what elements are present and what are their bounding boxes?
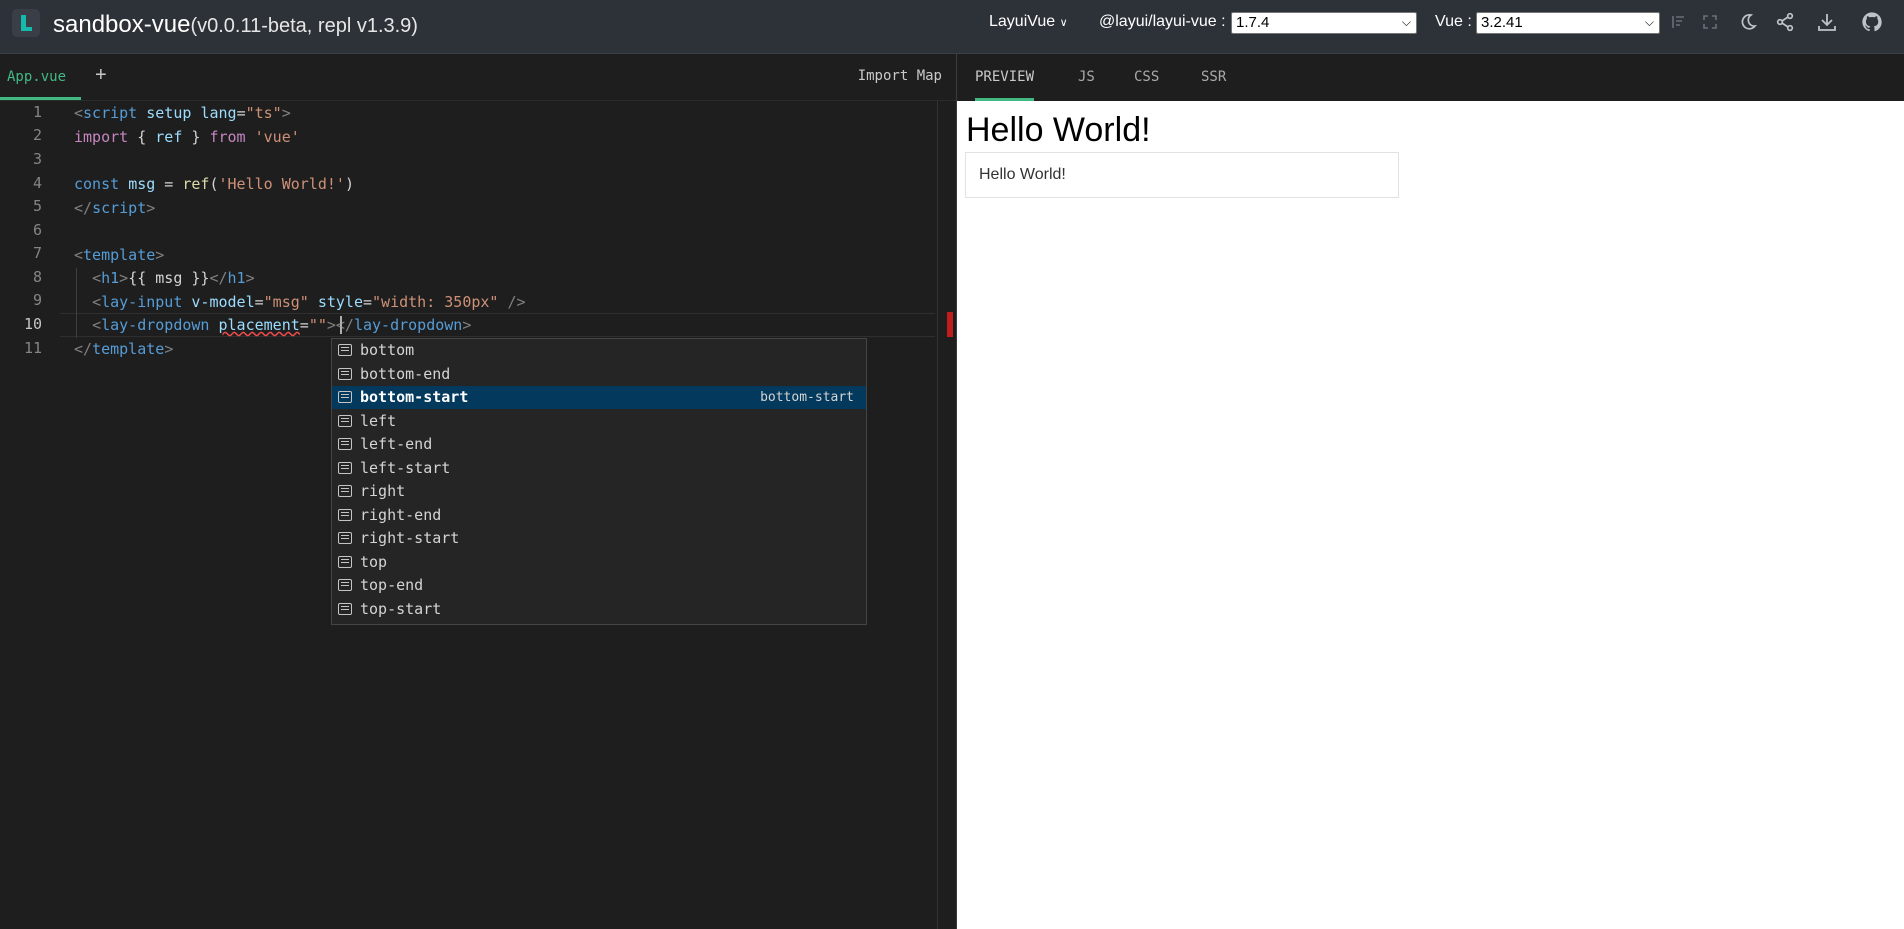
code-line-7: <template> <box>74 246 165 264</box>
suggestion-item[interactable]: left-start <box>332 457 866 480</box>
error-marker <box>947 312 953 337</box>
line-number: 6 <box>32 221 42 239</box>
line-number: 5 <box>32 197 42 215</box>
code-line-11: </template> <box>74 340 174 358</box>
suggestion-detail: bottom-start <box>760 390 854 405</box>
vue-version-select[interactable]: 3.2.41 ⌵ <box>1476 12 1660 34</box>
value-icon <box>338 367 352 380</box>
value-icon <box>338 344 352 356</box>
value-icon <box>338 461 352 474</box>
share-icon[interactable] <box>1773 10 1797 34</box>
value-icon <box>338 438 352 450</box>
line-number: 11 <box>23 339 42 357</box>
tab-preview[interactable]: PREVIEW <box>975 54 1035 101</box>
layui-version-select[interactable]: 1.7.4 ⌵ <box>1231 12 1417 34</box>
chevron-down-icon: ∨ <box>1059 17 1068 29</box>
code-line-9: <lay-input v-model="msg" style="width: 3… <box>92 293 526 311</box>
app-title: sandbox-vue(v0.0.11-beta, repl v1.3.9) <box>53 11 418 39</box>
editor-tab-bar: App.vue + Import Map <box>0 54 956 101</box>
suggestion-item[interactable]: top-start <box>332 598 866 621</box>
app-version: (v0.0.11-beta, repl v1.3.9) <box>190 15 418 37</box>
code-line-2: import { ref } from 'vue' <box>74 128 300 146</box>
preview-tab-bar: PREVIEW JS CSS SSR <box>957 54 1904 101</box>
suggestion-item[interactable]: right-start <box>332 527 866 550</box>
value-icon <box>338 532 352 544</box>
line-number: 7 <box>32 244 42 262</box>
suggestion-item[interactable]: left-end <box>332 433 866 456</box>
code-line-4: const msg = ref('Hello World!') <box>74 175 354 193</box>
vue-version-label: Vue : <box>1435 13 1472 30</box>
value-icon <box>338 555 352 568</box>
chevron-down-icon: ⌵ <box>1401 15 1411 29</box>
format-icon[interactable] <box>1667 10 1691 34</box>
suggestion-item-selected[interactable]: bottom-start bottom-start <box>332 386 866 409</box>
top-bar: sandbox-vue(v0.0.11-beta, repl v1.3.9) L… <box>0 0 1904 54</box>
value-icon <box>338 579 352 591</box>
code-line-10: <lay-dropdown placement=""></lay-dropdow… <box>92 316 472 334</box>
line-number: 9 <box>32 291 42 309</box>
chevron-down-icon: ⌵ <box>1644 15 1654 29</box>
autocomplete-widget: bottom bottom-end bottom-start bottom-sta… <box>331 338 867 625</box>
add-file-button[interactable]: + <box>95 64 107 87</box>
vue-version-value: 3.2.41 <box>1481 14 1523 31</box>
line-number-current: 10 <box>23 315 42 333</box>
app-name: sandbox-vue <box>53 11 191 38</box>
library-menu-label: LayuiVue <box>989 13 1056 30</box>
fullscreen-icon[interactable] <box>1698 10 1722 34</box>
download-icon[interactable] <box>1815 10 1839 34</box>
code-line-5: </script> <box>74 199 156 217</box>
suggestion-item[interactable]: top <box>332 551 866 574</box>
layui-version-value: 1.7.4 <box>1236 14 1270 31</box>
github-icon[interactable] <box>1860 10 1884 34</box>
value-icon <box>338 414 352 427</box>
preview-heading: Hello World! <box>966 111 1151 149</box>
moon-icon[interactable] <box>1736 10 1760 34</box>
suggestion-item[interactable]: right-end <box>332 504 866 527</box>
value-icon <box>338 391 352 403</box>
preview-pane: Hello World! Hello World! <box>957 101 1904 929</box>
suggestion-item[interactable]: top-end <box>332 574 866 597</box>
line-number: 2 <box>32 126 42 144</box>
line-number: 4 <box>32 174 42 192</box>
line-number-gutter: 1 2 3 4 5 6 7 8 9 10 11 <box>0 101 60 929</box>
error-squiggle: placement <box>218 316 300 334</box>
tab-ssr[interactable]: SSR <box>1201 54 1226 101</box>
layui-logo-icon <box>12 9 40 37</box>
preview-input[interactable]: Hello World! <box>965 152 1399 198</box>
text-cursor <box>340 316 342 334</box>
suggestion-item[interactable]: left <box>332 410 866 433</box>
value-icon <box>338 508 352 521</box>
editor-scrollbar[interactable] <box>937 101 955 929</box>
import-map-tab[interactable]: Import Map <box>858 68 942 84</box>
library-menu[interactable]: LayuiVue ∨ <box>989 13 1068 31</box>
value-icon <box>338 602 352 615</box>
layui-version-label: @layui/layui-vue : <box>1099 13 1226 30</box>
line-number: 1 <box>32 103 42 121</box>
suggestion-item[interactable]: bottom <box>332 339 866 362</box>
suggestion-item[interactable]: bottom-end <box>332 363 866 386</box>
line-number: 3 <box>32 150 42 168</box>
tab-app-vue[interactable]: App.vue <box>0 54 81 100</box>
value-icon <box>338 485 352 497</box>
line-number: 8 <box>32 268 42 286</box>
tab-js[interactable]: JS <box>1078 54 1095 101</box>
tab-css[interactable]: CSS <box>1134 54 1159 101</box>
suggestion-item[interactable]: right <box>332 480 866 503</box>
code-line-1: <script setup lang="ts"> <box>74 104 291 122</box>
code-line-8: <h1>{{ msg }}</h1> <box>92 269 255 287</box>
